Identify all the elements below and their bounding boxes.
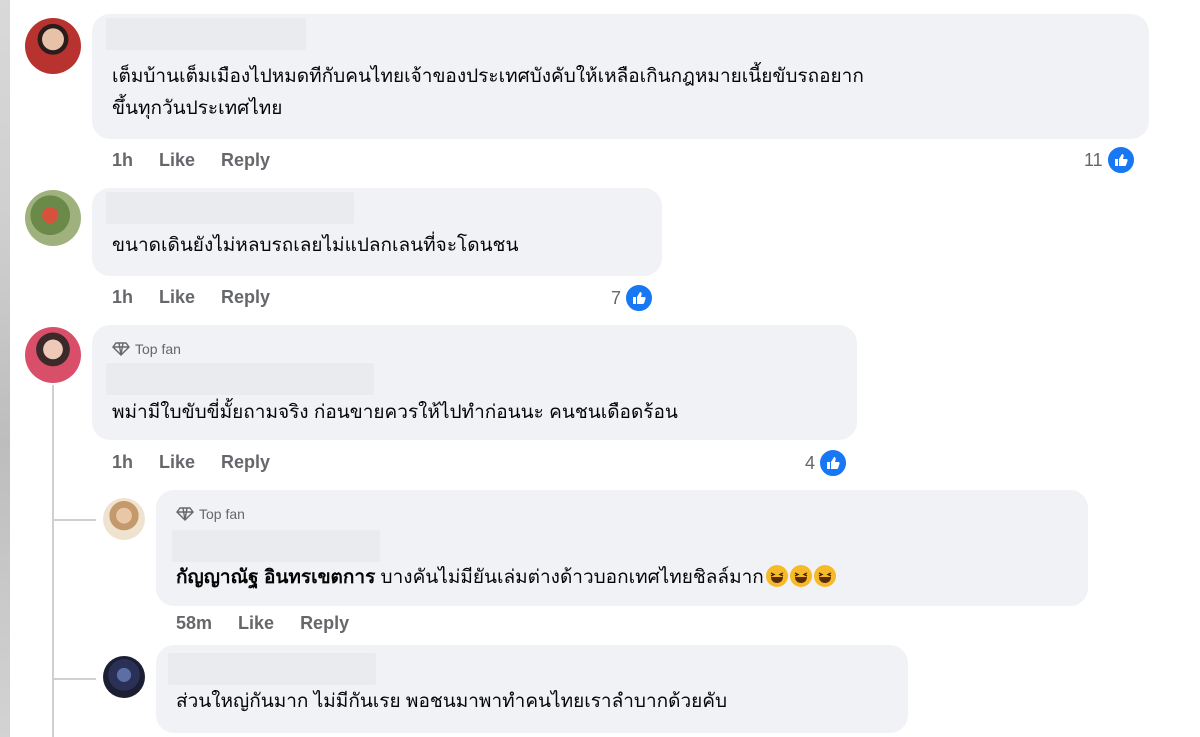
comment-text: พม่ามีใบขับขี่มั้ยถามจริง ก่อนขายควรให้ไ… xyxy=(112,402,678,423)
reaction-count[interactable]: 7 xyxy=(611,283,655,313)
author-name-redacted xyxy=(172,530,380,562)
reply-button[interactable]: Reply xyxy=(300,613,349,634)
like-icon xyxy=(624,283,655,313)
comment-actions: 1h Like Reply xyxy=(112,452,270,473)
thread-line xyxy=(52,385,54,737)
avatar[interactable] xyxy=(25,327,81,383)
timestamp[interactable]: 58m xyxy=(176,613,212,634)
mentioned-author[interactable]: กัญญาณัฐ อินทรเขตการ xyxy=(176,567,375,588)
reply-button[interactable]: Reply xyxy=(221,452,270,473)
laughing-emoji-icon xyxy=(765,565,788,587)
avatar[interactable] xyxy=(25,190,81,246)
reply-button[interactable]: Reply xyxy=(221,150,270,171)
top-fan-badge: Top fan xyxy=(176,506,245,522)
comment-text: เต็มบ้านเต็มเมืองไปหมดทีกับคนไทยเจ้าของป… xyxy=(112,66,864,87)
top-fan-badge: Top fan xyxy=(112,341,181,357)
reply-bubble: Top fan กัญญาณัฐ อินทรเขตการ บางคันไม่มี… xyxy=(156,490,1088,606)
avatar[interactable] xyxy=(103,656,145,698)
reply-body: บางคันไม่มียันเล่มต่างด้าวบอกเทศไทยชิลล์… xyxy=(375,567,764,588)
timestamp[interactable]: 1h xyxy=(112,452,133,473)
diamond-icon xyxy=(112,342,130,356)
author-name-redacted xyxy=(106,363,374,395)
comment-bubble: ขนาดเดินยังไม่หลบรถเลยไม่แปลกเลนที่จะโดน… xyxy=(92,188,662,276)
diamond-icon xyxy=(176,507,194,521)
timestamp[interactable]: 1h xyxy=(112,150,133,171)
badge-label: Top fan xyxy=(199,506,245,522)
comment-actions: 1h Like Reply xyxy=(112,287,270,308)
comment-text: ขนาดเดินยังไม่หลบรถเลยไม่แปลกเลนที่จะโดน… xyxy=(112,235,519,256)
reaction-count[interactable]: 11 xyxy=(1084,145,1136,175)
comment-bubble: เต็มบ้านเต็มเมืองไปหมดทีกับคนไทยเจ้าของป… xyxy=(92,14,1149,139)
reply-button[interactable]: Reply xyxy=(221,287,270,308)
like-icon xyxy=(1105,145,1136,175)
badge-label: Top fan xyxy=(135,341,181,357)
comment-text: ขึ้นทุกวันประเทศไทย xyxy=(112,98,283,119)
reaction-number: 11 xyxy=(1084,149,1103,170)
comment-bubble: Top fan พม่ามีใบขับขี่มั้ยถามจริง ก่อนขา… xyxy=(92,325,857,440)
like-button[interactable]: Like xyxy=(159,452,195,473)
like-button[interactable]: Like xyxy=(238,613,274,634)
like-button[interactable]: Like xyxy=(159,150,195,171)
comment-actions: 1h Like Reply xyxy=(112,150,270,171)
background-edge xyxy=(0,0,10,737)
author-name-redacted xyxy=(168,653,376,685)
thread-branch xyxy=(52,519,96,521)
reply-text: กัญญาณัฐ อินทรเขตการ บางคันไม่มียันเล่มต… xyxy=(176,562,836,593)
reply-actions: 58m Like Reply xyxy=(176,613,349,634)
laughing-emoji-icon xyxy=(813,565,836,587)
like-button[interactable]: Like xyxy=(159,287,195,308)
author-name-redacted xyxy=(106,18,306,50)
thread-branch xyxy=(52,678,96,680)
laughing-emoji-icon xyxy=(789,565,812,587)
reaction-count[interactable]: 4 xyxy=(805,448,849,478)
author-name-redacted xyxy=(106,192,354,224)
reaction-number: 7 xyxy=(611,287,622,308)
reply-text: ส่วนใหญ่กันมาก ไม่มีกันเรย พอชนมาพาทำคนไ… xyxy=(176,691,728,712)
timestamp[interactable]: 1h xyxy=(112,287,133,308)
avatar[interactable] xyxy=(25,18,81,74)
reply-bubble: ส่วนใหญ่กันมาก ไม่มีกันเรย พอชนมาพาทำคนไ… xyxy=(156,645,908,733)
like-icon xyxy=(818,448,849,478)
reaction-number: 4 xyxy=(805,452,816,473)
avatar[interactable] xyxy=(103,498,145,540)
